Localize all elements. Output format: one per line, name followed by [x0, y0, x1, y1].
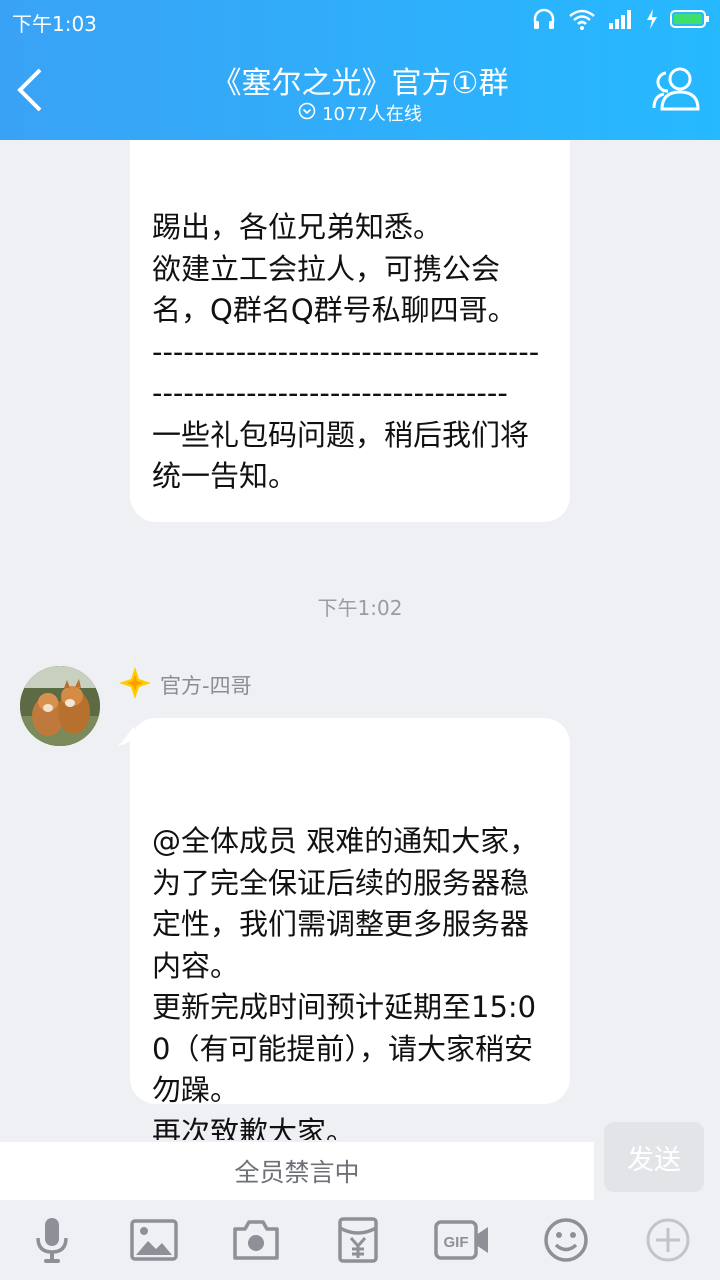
- avatar[interactable]: [20, 666, 100, 746]
- emoji-icon: [544, 1218, 588, 1262]
- muted-input-field[interactable]: 全员禁言中: [0, 1142, 594, 1200]
- muted-notice: 全员禁言中: [234, 1158, 360, 1187]
- message-text: @全体成员 艰难的通知大家，为了完全保证后续的服务器稳定性，我们需调整更多服务器…: [152, 824, 539, 1140]
- sender-info: 官方-四哥: [118, 666, 252, 704]
- message-bubble[interactable]: 踢出，各位兄弟知悉。 欲建立工会拉人，可携公会名，Q群名Q群号私聊四哥。 ---…: [130, 140, 570, 522]
- message-text: 踢出，各位兄弟知悉。 欲建立工会拉人，可携公会名，Q群名Q群号私聊四哥。 ---…: [152, 210, 540, 493]
- camera-icon: [233, 1220, 279, 1260]
- battery-icon: [670, 9, 710, 29]
- signal-icon: [608, 9, 634, 29]
- image-icon: [130, 1219, 178, 1261]
- plus-icon: [646, 1218, 690, 1262]
- send-label: 发送: [627, 1144, 681, 1176]
- dog-avatar-icon: [20, 666, 100, 746]
- group-title: 《塞尔之光》官方①群: [211, 66, 509, 101]
- status-icons: [532, 8, 710, 30]
- more-button[interactable]: [642, 1214, 694, 1266]
- status-time: 下午1:03: [12, 12, 97, 36]
- chat-area[interactable]: 踢出，各位兄弟知悉。 欲建立工会拉人，可携公会名，Q群名Q群号私聊四哥。 ---…: [0, 140, 720, 1140]
- emoji-button[interactable]: [540, 1214, 592, 1266]
- charging-icon: [646, 8, 658, 30]
- red-packet-button[interactable]: [332, 1214, 384, 1266]
- header: 下午1:03 《塞尔之光》官方①群 1077人在线: [0, 0, 720, 140]
- group-members-button[interactable]: [650, 64, 702, 112]
- image-button[interactable]: [128, 1214, 180, 1266]
- chevron-down-circle-icon: [298, 102, 316, 125]
- online-count[interactable]: 1077人在线: [0, 100, 720, 126]
- status-bar: 下午1:03: [0, 0, 720, 40]
- gif-button[interactable]: GIF: [434, 1214, 490, 1266]
- sender-name: 官方-四哥: [160, 674, 252, 698]
- camera-button[interactable]: [230, 1214, 282, 1266]
- microphone-icon: [36, 1218, 68, 1263]
- message-timestamp: 下午1:02: [317, 596, 403, 620]
- gif-icon: GIF: [434, 1220, 488, 1260]
- message-bubble[interactable]: @全体成员 艰难的通知大家，为了完全保证后续的服务器稳定性，我们需调整更多服务器…: [130, 718, 570, 1140]
- input-toolbar: GIF: [0, 1200, 720, 1280]
- voice-button[interactable]: [26, 1214, 78, 1266]
- group-members-icon: [652, 67, 700, 111]
- svg-text:GIF: GIF: [444, 1234, 469, 1251]
- star-badge-icon: [118, 666, 152, 704]
- online-count-label: 1077人在线: [322, 104, 422, 125]
- headphones-icon: [532, 8, 556, 30]
- red-packet-icon: [338, 1217, 378, 1263]
- send-button[interactable]: 发送: [604, 1122, 704, 1192]
- wifi-icon: [568, 8, 596, 30]
